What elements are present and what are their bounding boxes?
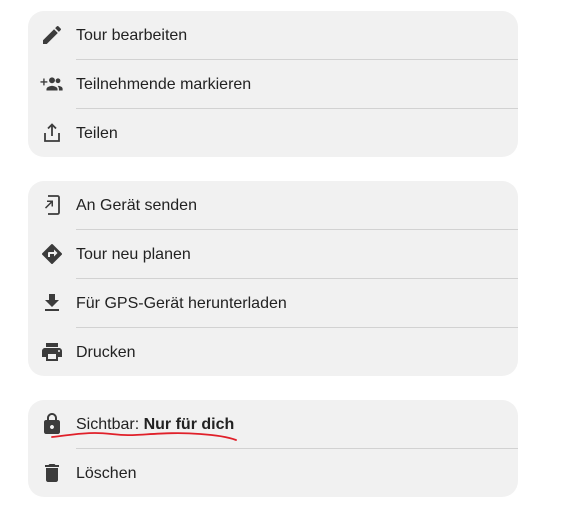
visibility-value: Nur für dich [143,416,235,433]
printer-icon [40,340,64,364]
add-people-icon [40,72,64,96]
send-to-device-item[interactable]: An Gerät senden [28,181,518,230]
share-icon [40,121,64,145]
delete-label: Löschen [76,465,137,482]
pencil-icon [40,23,64,47]
print-item[interactable]: Drucken [28,328,518,376]
menu-group-visibility: Sichtbar: Nur für dich Löschen [28,400,518,497]
visibility-prefix: Sichtbar: [76,416,144,433]
gps-download-item[interactable]: Für GPS-Gerät herunterladen [28,279,518,328]
edit-tour-item[interactable]: Tour bearbeiten [28,11,518,60]
share-label: Teilen [76,125,118,142]
send-to-device-icon [40,193,64,217]
download-icon [40,291,64,315]
menu-group-device: An Gerät senden Tour neu planen Für GPS-… [28,181,518,376]
edit-tour-label: Tour bearbeiten [76,27,188,44]
tag-participants-label: Teilnehmende markieren [76,76,252,93]
delete-item[interactable]: Löschen [28,449,518,497]
trash-icon [40,461,64,485]
menu-group-edit: Tour bearbeiten Teilnehmende markieren T… [28,11,518,157]
gps-download-label: Für GPS-Gerät herunterladen [76,295,287,312]
replan-tour-item[interactable]: Tour neu planen [28,230,518,279]
share-item[interactable]: Teilen [28,109,518,157]
send-to-device-label: An Gerät senden [76,197,197,214]
route-icon [40,242,64,266]
replan-tour-label: Tour neu planen [76,246,191,263]
tag-participants-item[interactable]: Teilnehmende markieren [28,60,518,109]
visibility-label: Sichtbar: Nur für dich [76,400,234,449]
visibility-item[interactable]: Sichtbar: Nur für dich [28,400,518,449]
lock-icon [40,412,64,436]
print-label: Drucken [76,344,136,361]
